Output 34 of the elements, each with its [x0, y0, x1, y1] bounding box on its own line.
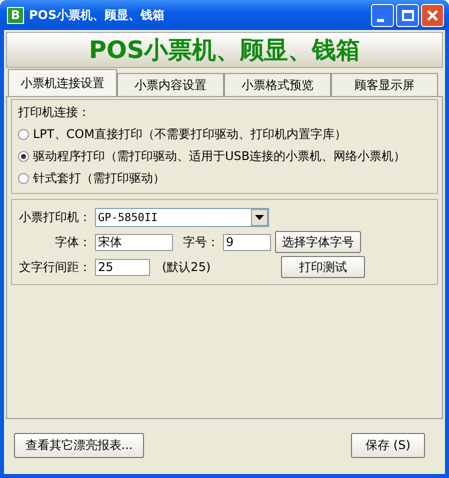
- radio-label[interactable]: 驱动程序打印（需打印驱动、适用于USB连接的小票机、网络小票机）: [33, 148, 406, 165]
- test-print-button[interactable]: 打印测试: [281, 256, 365, 278]
- choose-font-button[interactable]: 选择字体字号: [275, 231, 361, 253]
- minimize-button[interactable]: [371, 4, 394, 26]
- input-field[interactable]: 宋体: [95, 234, 173, 250]
- radio-button[interactable]: [18, 151, 29, 162]
- maximize-icon: [402, 10, 414, 20]
- group-label: 打印机连接：: [18, 104, 91, 121]
- radio-label[interactable]: 针式套打（需打印驱动）: [33, 170, 165, 187]
- field-label: 文字行间距：: [18, 258, 91, 276]
- app-icon: B: [7, 6, 24, 24]
- tab[interactable]: 小票机连接设置: [8, 69, 117, 96]
- window-title: POS小票机、顾显、钱箱: [29, 6, 166, 24]
- minimize-icon: [377, 18, 384, 22]
- close-button[interactable]: [421, 4, 444, 26]
- field-label: 小票打印机：: [18, 208, 91, 226]
- field-label: 字体：: [54, 234, 91, 250]
- input-field[interactable]: 25: [95, 258, 150, 276]
- maximize-button[interactable]: [396, 4, 419, 26]
- default-hint: (默认25): [162, 258, 212, 276]
- tab[interactable]: 顾客显示屏: [331, 73, 438, 96]
- input-field[interactable]: 9: [223, 234, 271, 250]
- close-icon: [427, 10, 438, 20]
- dropdown-icon[interactable]: [251, 208, 268, 226]
- tab[interactable]: 小票格式预览: [224, 73, 331, 96]
- field-label: 字号：: [183, 234, 219, 250]
- tab[interactable]: 小票内容设置: [117, 73, 224, 96]
- save-button[interactable]: 保存 (S): [351, 433, 425, 458]
- radio-button[interactable]: [18, 173, 29, 184]
- banner: POS小票机、顾显、钱箱: [6, 32, 443, 68]
- radio-button[interactable]: [18, 129, 29, 140]
- reports-button[interactable]: 查看其它漂亮报表...: [14, 433, 144, 458]
- printer-dropdown[interactable]: GP-5850II: [95, 208, 269, 226]
- radio-label[interactable]: LPT、COM直接打印（不需要打印驱动、打印机内置字库）: [33, 126, 346, 143]
